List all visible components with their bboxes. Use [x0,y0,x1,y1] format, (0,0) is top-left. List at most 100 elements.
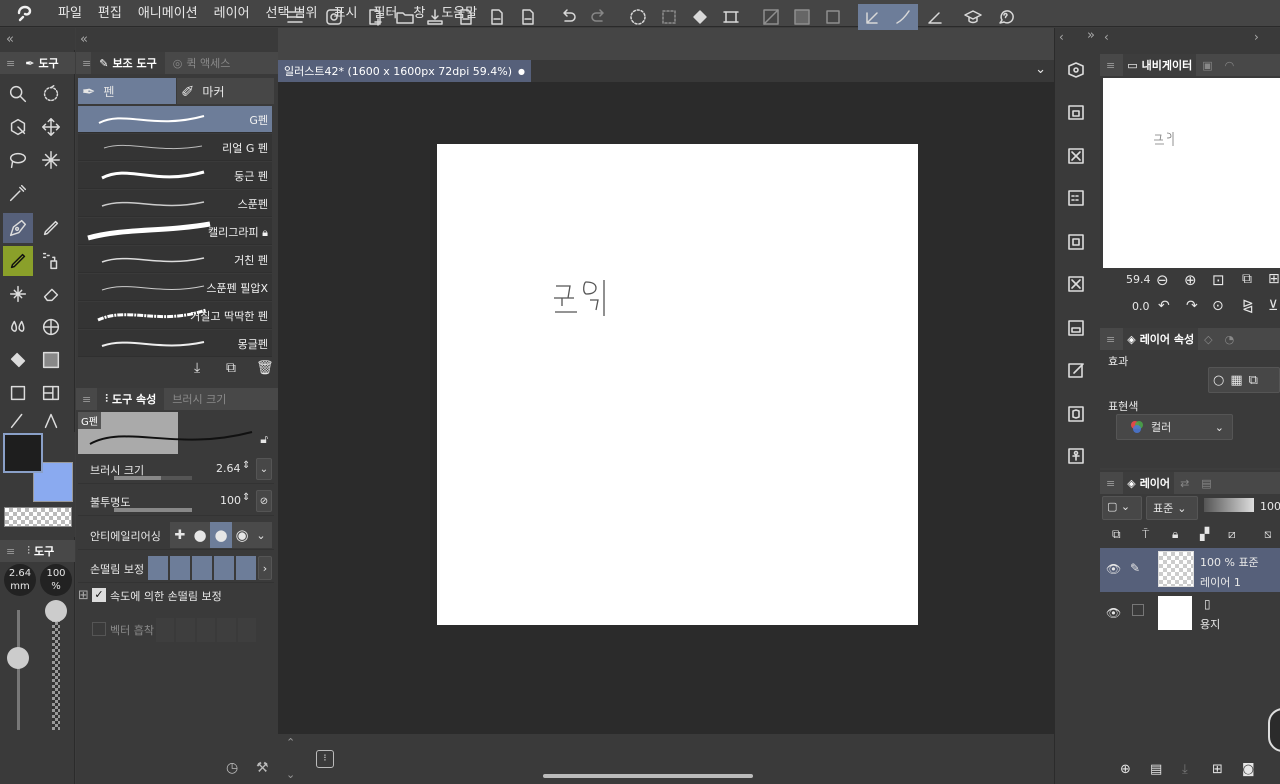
zoom-in-icon[interactable]: ⊕ [1184,271,1197,289]
brush-item-g-pen[interactable]: G펜 [78,106,272,133]
mask-icon[interactable]: ⧄ [1228,527,1236,542]
auto-action-tab-icon[interactable]: ▤ [1201,477,1211,490]
layer-opacity-value[interactable]: 100 [1260,500,1280,513]
snap-mode-2-icon[interactable] [888,4,918,30]
expand-plus-icon[interactable]: ⊞ [78,588,89,603]
menu-file[interactable]: 파일 [50,0,90,27]
edit-target-checkbox[interactable] [1132,604,1144,616]
transparent-color-swatch[interactable] [4,507,72,527]
new-raster-layer-icon[interactable]: ⊕ [1120,762,1131,777]
rotate-left-icon[interactable]: ↶ [1158,298,1170,314]
redo-icon[interactable] [586,4,612,30]
snap-to-special-ruler-icon[interactable] [789,4,815,30]
export-jpg-icon[interactable] [453,4,479,30]
transform-icon[interactable] [718,4,744,30]
brush-item-mongle-pen[interactable]: 몽글펜 [78,330,272,357]
brush-tool-icon[interactable] [3,246,33,276]
collapse-icon[interactable]: « [6,32,14,47]
clip-layer-icon[interactable]: ⧉ [1112,527,1121,542]
opacity-slider-thumb[interactable] [45,600,67,622]
layer-tab[interactable]: ◈ 레이어 [1123,472,1175,494]
brush-size-slider-thumb[interactable] [7,647,29,669]
menu-animation[interactable]: 애니메이션 [130,0,206,27]
subtool-tab[interactable]: ✎ 보조 도구 [91,52,165,74]
brush-item-rough-hard-pen[interactable]: 거칠고 딱딱한 펜 [78,302,272,329]
deselect-icon[interactable] [625,4,651,30]
clip-studio-icon[interactable] [321,4,347,30]
fit-screen-icon[interactable]: ⊡ [1212,271,1225,289]
layer-row[interactable]: 👁︎ ✎ 100 % 표준 레이어 1 [1100,548,1280,592]
reference-layer-icon[interactable]: ⍑ [1142,527,1149,542]
rectangle-tool-icon[interactable] [3,378,33,408]
menu-lines-icon[interactable]: ≡ [1106,59,1115,72]
expression-color-select[interactable]: 컬러 ⌄ [1116,414,1233,440]
menu-lines-icon[interactable]: ≡ [1106,333,1115,346]
3d-material-icon[interactable] [1064,402,1088,426]
transfer-down-icon[interactable]: ⤓ [1182,762,1188,777]
menu-lines-icon[interactable]: ≡ [82,393,91,406]
spinner-icon[interactable]: ⇕ [242,460,250,471]
move-tool-icon[interactable] [36,112,66,142]
zoom-out-icon[interactable]: ⊖ [1156,271,1169,289]
color-wheel-tab-icon[interactable]: ◔ [1225,333,1235,346]
visibility-eye-icon[interactable]: 👁︎ [1106,562,1121,576]
info-tab-icon[interactable]: ◠ [1225,59,1235,72]
search-layer-icon[interactable]: ◇ [1204,333,1212,346]
clear-icon[interactable] [656,4,682,30]
snap-to-grid-icon[interactable] [820,4,846,30]
download-subtool-icon[interactable]: ⤓ [194,360,200,376]
material-folder-icon[interactable] [1064,100,1088,124]
stabilization-bar[interactable] [148,556,256,580]
edit-pen-icon[interactable]: ✎ [1130,561,1140,575]
border-effect-icon[interactable]: ○ [1213,373,1224,388]
eraser-icon[interactable] [36,279,66,309]
blend-tool-icon[interactable] [3,312,33,342]
layer-property-tab[interactable]: ◈ 레이어 속성 [1123,328,1199,350]
menu-lines-icon[interactable]: ≡ [6,545,15,558]
lasso-tool-icon[interactable] [3,145,33,175]
vector-snap-bar[interactable] [156,618,257,642]
new-file-icon[interactable] [362,4,388,30]
brush-size-value[interactable]: 2.64 [216,462,241,475]
chevron-down-icon[interactable]: ⌄ [1035,62,1046,77]
figure-tool-icon[interactable] [36,312,66,342]
flip-vertical-icon[interactable]: ⊻ [1268,298,1278,314]
navigator-tab[interactable]: ▭ 내비게이터 [1123,54,1197,76]
chevron-left-icon[interactable]: ‹ [1104,30,1109,44]
close-all-icon[interactable] [1064,144,1088,168]
fill-icon[interactable] [687,4,713,30]
speed-stabilization-checkbox[interactable]: ✓ [92,588,106,602]
copy-subtool-icon[interactable]: ⧉ [226,360,236,376]
rotation-value[interactable]: 0.0 [1132,300,1150,313]
subview-tab-icon[interactable]: ▣ [1202,59,1212,72]
antialias-medium-icon[interactable]: ● [210,522,232,548]
chevron-right-icon[interactable]: › [1254,30,1259,44]
menu-lines-icon[interactable]: ≡ [1106,477,1115,490]
learn-icon[interactable] [960,4,986,30]
tool-property-tab[interactable]: ⫶ 도구 속성 [97,388,165,410]
brush-size-slider-track[interactable] [17,610,20,730]
lock-icon[interactable]: 🔒︎ [1172,527,1178,542]
antialias-strong-icon[interactable]: ◉ [232,526,252,544]
hamburger-menu-icon[interactable] [282,4,308,30]
menu-lines-icon[interactable]: ≡ [6,57,15,70]
antialias-weak-icon[interactable]: ● [190,526,210,544]
vector-snap-checkbox[interactable] [92,622,106,636]
layer-opacity-slider[interactable] [1204,498,1254,512]
opacity-link-icon[interactable]: ⊘ [256,490,272,512]
brush-size-tab[interactable]: 브러시 크기 [164,388,234,410]
manga-material-icon[interactable] [1064,272,1088,296]
rotate-right-icon[interactable]: ↷ [1186,298,1198,314]
export-psd-icon[interactable] [515,4,541,30]
clip-studio-logo[interactable] [0,0,50,27]
frame-tool-icon[interactable] [36,378,66,408]
navigator-preview[interactable] [1103,78,1280,268]
combine-down-icon[interactable]: ⊞ [1212,762,1223,777]
chevron-right-icon[interactable]: › [258,556,272,580]
snap-mode-1-icon[interactable] [858,4,888,30]
chevron-up-icon[interactable]: ⌃ [286,736,295,749]
chevron-down-icon[interactable]: ⌄ [252,529,270,542]
flip-horizontal-icon[interactable]: ⧎ [1242,298,1254,314]
antialias-selector[interactable]: ✚ ● ● ◉ ⌄ [170,522,272,548]
visibility-eye-icon[interactable]: 👁︎ [1106,606,1121,620]
